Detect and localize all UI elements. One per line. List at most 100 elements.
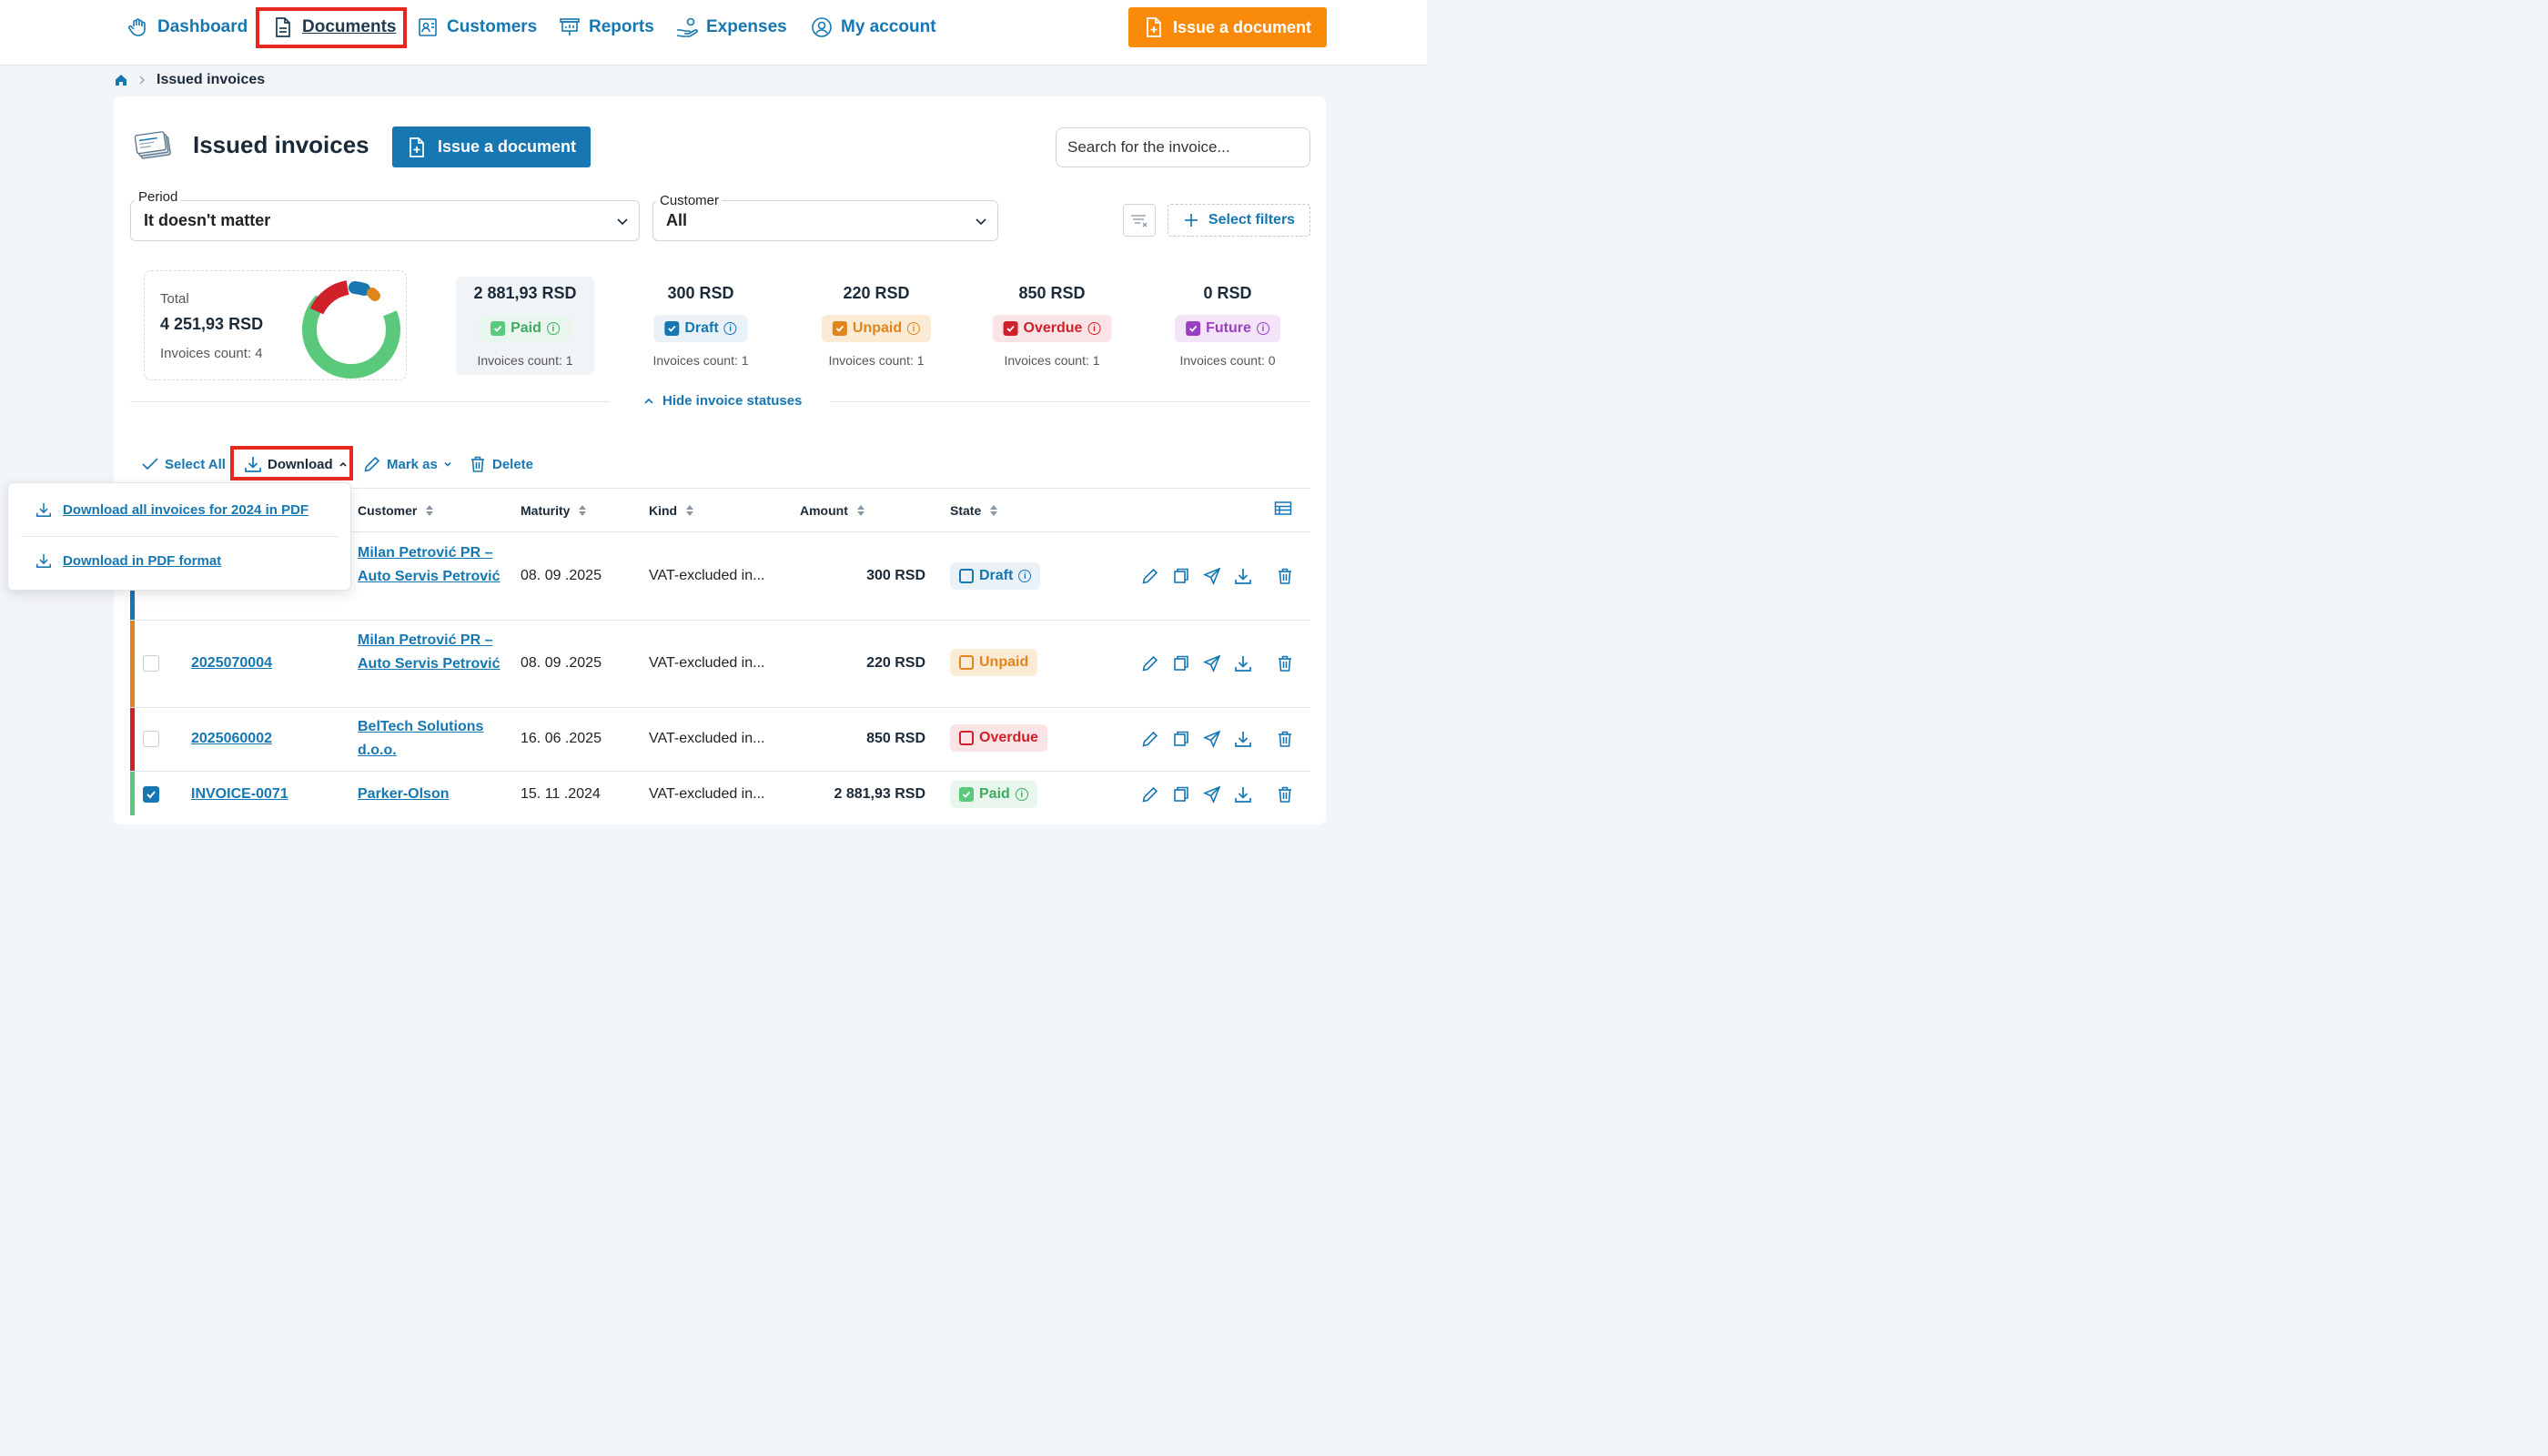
- table-row[interactable]: INVOICE-0071 Parker-Olson 15. 11 .2024 V…: [130, 772, 1310, 815]
- column-kind[interactable]: Kind: [649, 503, 695, 518]
- nav-documents[interactable]: Documents: [271, 13, 396, 42]
- stat-paid-amount: 2 881,93 RSD: [473, 284, 577, 302]
- mark-as-button[interactable]: Mark as: [363, 453, 452, 475]
- column-amount[interactable]: Amount: [800, 503, 866, 518]
- download-icon[interactable]: [1233, 729, 1253, 749]
- trash-icon[interactable]: [1275, 653, 1295, 673]
- chevron-down-icon: [615, 214, 630, 228]
- row-actions: [1140, 729, 1295, 749]
- period-label: Period: [135, 189, 182, 205]
- copy-icon[interactable]: [1171, 729, 1191, 749]
- edit-icon[interactable]: [1140, 566, 1160, 586]
- send-icon[interactable]: [1202, 566, 1222, 586]
- nav-reports[interactable]: Reports: [558, 13, 654, 42]
- column-customer-label: Customer: [358, 503, 418, 518]
- info-icon[interactable]: i: [1087, 322, 1101, 335]
- row-state-badge: Paid i: [950, 781, 1037, 808]
- row-checkbox[interactable]: [143, 731, 159, 747]
- copy-icon[interactable]: [1171, 566, 1191, 586]
- check-icon: [1003, 321, 1018, 336]
- info-icon[interactable]: i: [1018, 570, 1032, 582]
- download-icon[interactable]: [1233, 653, 1253, 673]
- info-icon[interactable]: i: [723, 322, 737, 335]
- check-icon: [832, 321, 847, 336]
- row-invoice-number[interactable]: 2025070004: [191, 655, 272, 672]
- check-icon: [664, 321, 680, 336]
- table-row[interactable]: 2025070004 Milan Petrović PR – Auto Serv…: [130, 621, 1310, 708]
- home-icon[interactable]: [115, 74, 127, 86]
- send-icon[interactable]: [1202, 784, 1222, 804]
- edit-icon[interactable]: [1140, 653, 1160, 673]
- user-circle-icon: [810, 15, 834, 39]
- trash-icon[interactable]: [1275, 729, 1295, 749]
- send-icon[interactable]: [1202, 729, 1222, 749]
- stat-overdue[interactable]: 850 RSD Overdue i Invoices count: 1: [983, 277, 1121, 375]
- edit-icon[interactable]: [1140, 784, 1160, 804]
- stat-unpaid[interactable]: 220 RSD Unpaid i Invoices count: 1: [807, 277, 945, 375]
- row-customer-link[interactable]: Parker-Olson: [358, 783, 503, 806]
- invoice-search-input[interactable]: [1056, 127, 1310, 167]
- issue-document-top-button[interactable]: Issue a document: [1128, 7, 1327, 47]
- paid-pill: Paid i: [480, 315, 571, 342]
- download-icon[interactable]: [1233, 566, 1253, 586]
- column-kind-label: Kind: [649, 503, 678, 518]
- stat-draft-count: Invoices count: 1: [652, 353, 749, 368]
- stat-draft[interactable]: 300 RSD Draft i Invoices count: 1: [632, 277, 770, 375]
- sort-icon: [424, 503, 435, 518]
- nav-customers-label: Customers: [447, 17, 538, 36]
- row-customer-link[interactable]: Milan Petrović PR – Auto Servis Petrović: [358, 629, 503, 676]
- row-invoice-number[interactable]: INVOICE-0071: [191, 786, 288, 803]
- trash-icon[interactable]: [1275, 566, 1295, 586]
- info-icon[interactable]: i: [1256, 322, 1269, 335]
- row-customer-link[interactable]: BelTech Solutions d.o.o.: [358, 715, 494, 763]
- row-state-badge: Unpaid: [950, 649, 1038, 676]
- nav-my-account[interactable]: My account: [810, 13, 936, 42]
- row-invoice-number[interactable]: 2025060002: [191, 731, 272, 747]
- select-filters-button[interactable]: Select filters: [1168, 204, 1310, 237]
- nav-expenses[interactable]: Expenses: [675, 13, 787, 42]
- table-row[interactable]: 2025060002 BelTech Solutions d.o.o. 16. …: [130, 708, 1310, 772]
- info-icon[interactable]: i: [546, 322, 560, 335]
- stat-paid[interactable]: 2 881,93 RSD Paid i Invoices count: 1: [456, 277, 594, 375]
- row-checkbox[interactable]: [143, 655, 159, 672]
- chevron-up-icon: [339, 460, 348, 469]
- info-icon[interactable]: i: [1015, 788, 1028, 801]
- column-maturity[interactable]: Maturity: [521, 503, 588, 518]
- menu-item-download-all-2024[interactable]: Download all invoices for 2024 in PDF: [35, 501, 308, 518]
- menu-item-download-pdf[interactable]: Download in PDF format: [35, 552, 221, 569]
- download-icon[interactable]: [1233, 784, 1253, 804]
- stat-unpaid-amount: 220 RSD: [843, 284, 910, 302]
- issue-document-button[interactable]: Issue a document: [392, 126, 591, 167]
- future-label: Future: [1206, 320, 1251, 336]
- period-select[interactable]: It doesn't matter: [130, 200, 640, 241]
- trash-icon[interactable]: [1275, 784, 1295, 804]
- row-checkbox-checked[interactable]: [143, 786, 159, 803]
- edit-icon[interactable]: [1140, 729, 1160, 749]
- download-button[interactable]: Download: [244, 453, 348, 475]
- hide-statuses-toggle[interactable]: Hide invoice statuses: [642, 393, 802, 409]
- delete-button[interactable]: Delete: [469, 453, 533, 475]
- column-customer[interactable]: Customer: [358, 503, 435, 518]
- send-icon[interactable]: [1202, 653, 1222, 673]
- customer-label: Customer: [656, 193, 723, 208]
- chevron-down-icon: [974, 214, 988, 228]
- select-all-button[interactable]: Select All: [141, 453, 226, 475]
- checkbox-outline-icon: [959, 731, 974, 745]
- sort-icon: [988, 503, 999, 518]
- nav-customers[interactable]: Customers: [416, 13, 537, 42]
- checkmark-icon: [141, 457, 159, 471]
- column-settings-button[interactable]: [1274, 500, 1292, 517]
- nav-dashboard[interactable]: Dashboard: [126, 13, 248, 42]
- contact-card-icon: [416, 15, 440, 39]
- info-icon[interactable]: i: [907, 322, 921, 335]
- column-maturity-label: Maturity: [521, 503, 571, 518]
- column-state[interactable]: State: [950, 503, 999, 518]
- issue-document-top-label: Issue a document: [1172, 17, 1312, 36]
- stat-future[interactable]: 0 RSD Future i Invoices count: 0: [1158, 277, 1297, 375]
- document-icon: [271, 15, 295, 39]
- copy-icon[interactable]: [1171, 784, 1191, 804]
- document-plus-icon: [407, 136, 427, 158]
- row-customer-link[interactable]: Milan Petrović PR – Auto Servis Petrović: [358, 541, 503, 589]
- clear-filters-button[interactable]: [1123, 204, 1156, 237]
- copy-icon[interactable]: [1171, 653, 1191, 673]
